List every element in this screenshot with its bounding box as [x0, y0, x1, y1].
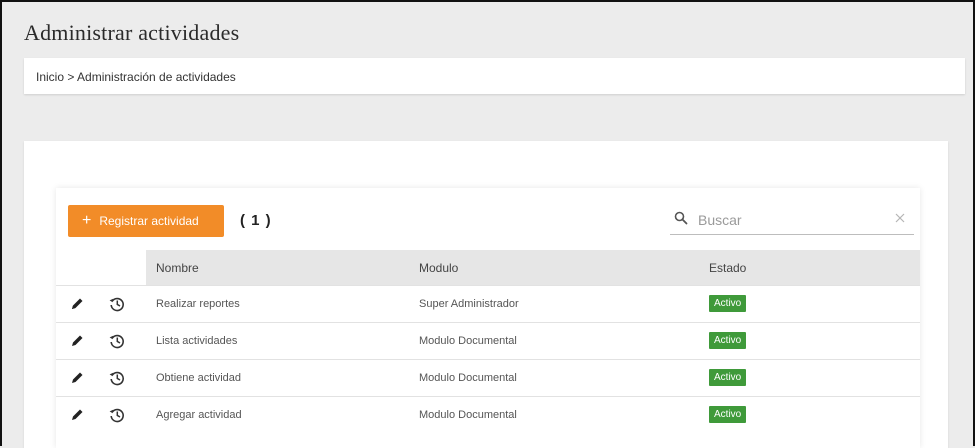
pencil-icon[interactable] [69, 407, 85, 423]
cell-modulo: Super Administrador [419, 298, 519, 310]
column-header-nombre[interactable]: Nombre [156, 261, 199, 275]
register-activity-button[interactable]: + Registrar actividad [68, 205, 224, 237]
close-icon[interactable] [894, 212, 906, 224]
pencil-icon[interactable] [69, 370, 85, 386]
pencil-icon[interactable] [69, 296, 85, 312]
plus-icon: + [82, 212, 92, 229]
cell-modulo: Modulo Documental [419, 372, 517, 384]
history-icon[interactable] [108, 406, 126, 424]
search-icon [674, 211, 688, 225]
status-badge: Activo [709, 295, 747, 312]
table-row: Lista actividades Modulo Documental Acti… [56, 322, 920, 359]
search-box [670, 205, 914, 235]
table-row: Agregar actividad Modulo Documental Acti… [56, 396, 920, 433]
cell-modulo: Modulo Documental [419, 335, 517, 347]
table-header: Nombre Modulo Estado [146, 250, 920, 285]
pencil-icon[interactable] [69, 333, 85, 349]
cell-nombre: Obtiene actividad [156, 372, 241, 384]
status-badge: Activo [709, 406, 747, 423]
status-badge: Activo [709, 332, 747, 349]
history-icon[interactable] [108, 332, 126, 350]
breadcrumb-card: Inicio > Administración de actividades [24, 58, 965, 94]
cell-nombre: Agregar actividad [156, 409, 242, 421]
status-badge: Activo [709, 369, 747, 386]
search-input[interactable] [696, 207, 890, 233]
activities-table-card: + Registrar actividad ( 1 ) Nombre Modul… [56, 188, 920, 448]
record-count: ( 1 ) [240, 212, 272, 229]
column-header-estado[interactable]: Estado [709, 261, 746, 275]
register-activity-label: Registrar actividad [99, 214, 199, 228]
page-title: Administrar actividades [24, 20, 240, 45]
cell-nombre: Lista actividades [156, 335, 238, 347]
table-row: Realizar reportes Super Administrador Ac… [56, 285, 920, 322]
breadcrumb[interactable]: Inicio > Administración de actividades [36, 70, 236, 84]
cell-nombre: Realizar reportes [156, 298, 240, 310]
history-icon[interactable] [108, 295, 126, 313]
table-row: Obtiene actividad Modulo Documental Acti… [56, 359, 920, 396]
history-icon[interactable] [108, 369, 126, 387]
column-header-modulo[interactable]: Modulo [419, 261, 458, 275]
app-frame: Administrar actividades Inicio > Adminis… [0, 0, 975, 448]
cell-modulo: Modulo Documental [419, 409, 517, 421]
